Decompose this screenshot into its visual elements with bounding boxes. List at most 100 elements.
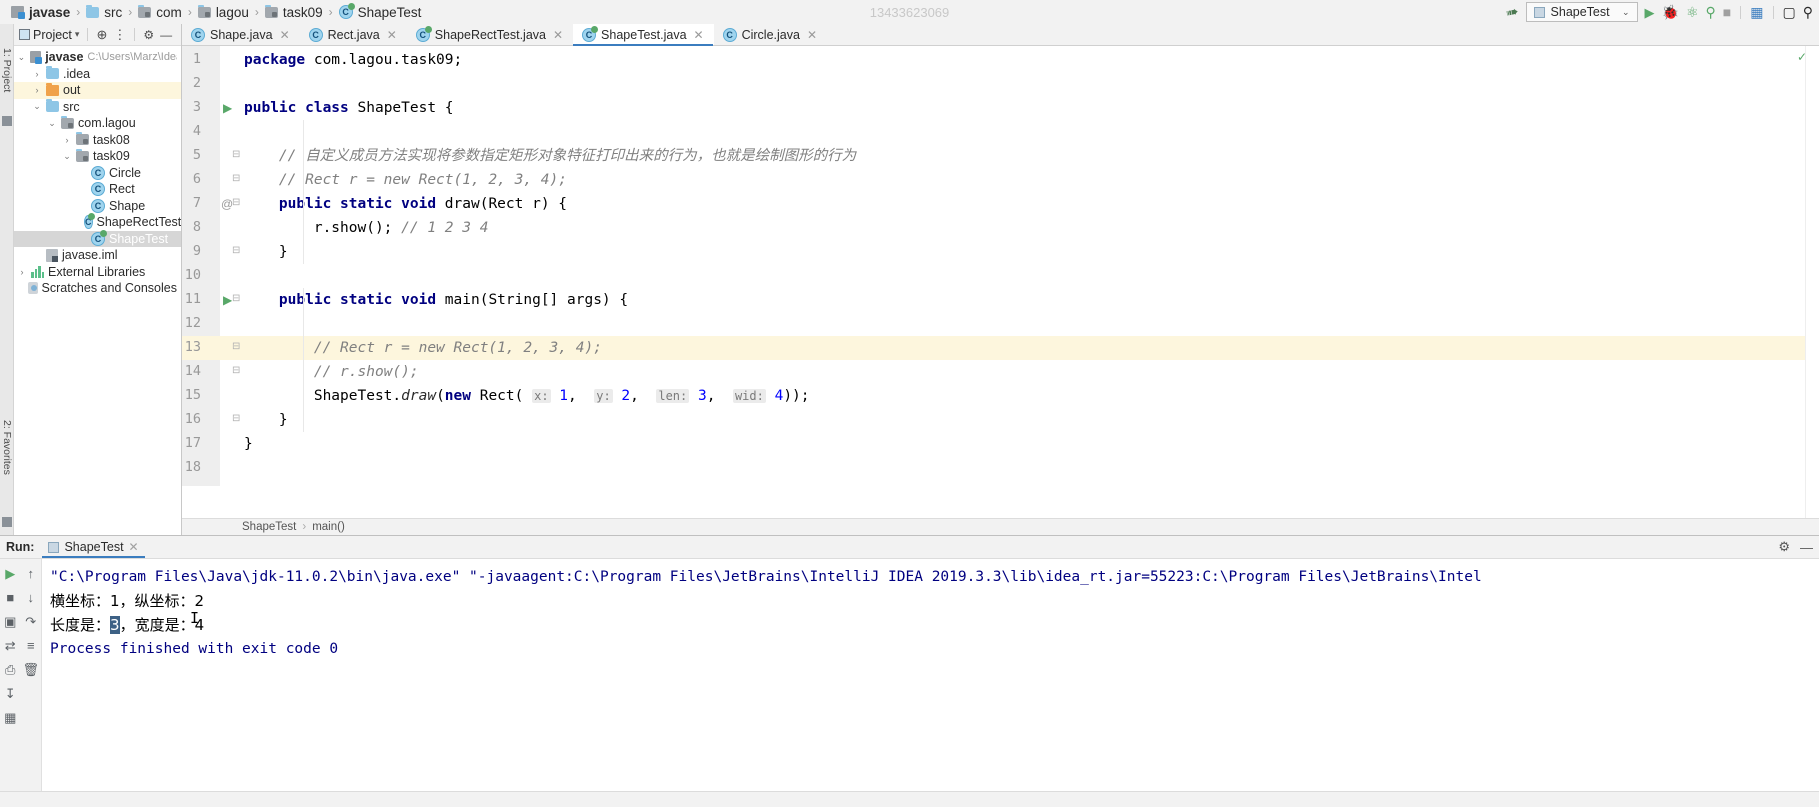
chevron-down-icon[interactable]: ⌄	[32, 101, 42, 112]
fold-handle-icon[interactable]: ⊟	[232, 341, 240, 352]
run-with-coverage-icon[interactable]: ⚛	[1686, 5, 1699, 19]
code-line-8[interactable]: r.show(); // 1 2 3 4	[244, 216, 489, 240]
chevron-down-icon[interactable]: ⌄	[62, 151, 72, 162]
tree-item-out[interactable]: › out	[14, 82, 181, 99]
tree-item--idea[interactable]: › .idea	[14, 66, 181, 83]
align-icon[interactable]: ≡	[27, 639, 35, 652]
status-crumb-method[interactable]: main()	[312, 521, 345, 533]
trash-icon[interactable]: 🗑	[22, 663, 39, 676]
sidebar-item-project[interactable]: 1: Project	[1, 48, 13, 92]
console-line-2[interactable]: 横坐标：1，纵坐标：2	[50, 589, 1819, 613]
status-crumb-class[interactable]: ShapeTest	[242, 521, 296, 533]
grid-icon[interactable]	[2, 517, 12, 527]
tab-circle[interactable]: C Circle.java ✕	[714, 24, 827, 45]
project-tree[interactable]: ⌄ javaseC:\Users\Marz\IdeaP › .idea › out ⌄ src…	[14, 46, 181, 535]
code-line-7[interactable]: public static void draw(Rect r) {	[244, 192, 567, 216]
soft-wrap-icon[interactable]: ↷	[25, 615, 36, 628]
up-icon[interactable]: ↑	[28, 567, 35, 580]
rerun-icon[interactable]: ▶	[5, 567, 15, 580]
breadcrumb-item-com[interactable]: com	[133, 4, 187, 20]
code-line-6[interactable]: // Rect r = new Rect(1, 2, 3, 4);	[244, 168, 567, 192]
breadcrumb-item-lagou[interactable]: lagou	[193, 4, 254, 20]
close-icon[interactable]: ✕	[807, 28, 817, 42]
tree-item-com-lagou[interactable]: ⌄ com.lagou	[14, 115, 181, 132]
editor-gutter[interactable]: 1 2 3 4 5 6 7 8 9 10 11 12 13 14 15 16 17 18 ▶ @ ▶ ⊟ ⊟ ⊟ ⊟ ⊟ ⊟ ⊟ ⊟	[182, 46, 241, 518]
locate-icon[interactable]: ⊕	[96, 27, 107, 43]
editor-right-rail[interactable]: ✓	[1797, 46, 1819, 518]
camera-icon[interactable]: ▣	[4, 615, 16, 628]
sidebar-item-favorites[interactable]: 2: Favorites	[1, 420, 13, 475]
fold-handle-icon[interactable]: ⊟	[232, 149, 240, 160]
code-line-11[interactable]: public static void main(String[] args) {	[244, 288, 628, 312]
tree-item-circle[interactable]: ›CCircle	[14, 165, 181, 182]
run-tab-shapetest[interactable]: ShapeTest ✕	[42, 536, 145, 558]
chevron-right-icon[interactable]: ›	[32, 85, 42, 95]
tree-item-javase[interactable]: ⌄ javaseC:\Users\Marz\IdeaP	[14, 49, 181, 66]
chevron-right-icon[interactable]: ›	[62, 135, 72, 145]
run-gutter-icon[interactable]: ▶	[223, 293, 232, 307]
scroll-icon[interactable]: ↧	[5, 687, 16, 700]
tab-shape[interactable]: C Shape.java ✕	[182, 24, 300, 45]
code-content[interactable]: package com.lagou.task09; public class Sh…	[241, 46, 1805, 518]
tree-item-javase-iml[interactable]: ›javase.iml	[14, 247, 181, 264]
gear-icon[interactable]: ⚙	[143, 28, 154, 42]
collapse-all-icon[interactable]: ⋮	[113, 27, 126, 43]
project-structure-icon[interactable]: ▦	[1750, 5, 1763, 19]
tree-item-task09[interactable]: ⌄ task09	[14, 148, 181, 165]
editor-tab-bar[interactable]: C Shape.java ✕ C Rect.java ✕ C ShapeRectTest.ja…	[182, 24, 1819, 46]
profiler-icon[interactable]: ⚲	[1706, 5, 1716, 19]
fold-handle-icon[interactable]: ⊟	[232, 293, 240, 304]
stop-icon[interactable]: ■	[6, 591, 14, 604]
hide-icon[interactable]: —	[160, 28, 172, 42]
grid-icon[interactable]: ▦	[4, 711, 16, 724]
breadcrumb-item-project[interactable]: javase	[6, 5, 75, 20]
hammer-icon[interactable]: ➠	[1504, 2, 1520, 22]
tree-item-external-libraries[interactable]: › External Libraries	[14, 264, 181, 281]
console-line-5[interactable]: Process finished with exit code 0	[50, 637, 1819, 661]
tab-shapetest[interactable]: C ShapeTest.java ✕	[573, 24, 714, 46]
tree-item-shapetest[interactable]: ›CShapeTest	[14, 229, 181, 247]
close-icon[interactable]: ✕	[280, 28, 290, 42]
gear-icon[interactable]: ⚙	[1778, 539, 1790, 555]
code-line-3[interactable]: public class ShapeTest {	[244, 96, 454, 120]
terminal-icon[interactable]: ▢	[1783, 5, 1796, 19]
editor-viewport[interactable]: 1 2 3 4 5 6 7 8 9 10 11 12 13 14 15 16 17 18 ▶ @ ▶ ⊟ ⊟ ⊟ ⊟ ⊟ ⊟ ⊟ ⊟ p…	[182, 46, 1819, 518]
code-line-14[interactable]: // r.show();	[244, 360, 419, 384]
code-line-17[interactable]: }	[244, 432, 253, 456]
code-line-13[interactable]: // Rect r = new Rect(1, 2, 3, 4);	[244, 336, 602, 360]
minimize-icon[interactable]: —	[1800, 540, 1813, 555]
console-line-1[interactable]: "C:\Program Files\Java\jdk-11.0.2\bin\ja…	[50, 565, 1819, 589]
code-line-16[interactable]: }	[244, 408, 288, 432]
code-line-5[interactable]: // 自定义成员方法实现将参数指定矩形对象特征打印出来的行为，也就是绘制图形的行…	[244, 144, 856, 168]
close-icon[interactable]: ✕	[694, 28, 704, 42]
tree-item-rect[interactable]: ›CRect	[14, 181, 181, 198]
breadcrumb-item-src[interactable]: src	[81, 4, 127, 20]
code-line-15[interactable]: ShapeTest.draw(new Rect( x: 1, y: 2, len…	[244, 384, 810, 408]
project-title-button[interactable]: Project ▾	[19, 28, 79, 42]
bug-icon[interactable]: 🐞	[1662, 5, 1679, 19]
tree-item-scratches-and-consoles[interactable]: ›Scratches and Consoles	[14, 280, 181, 297]
fold-handle-icon[interactable]: ⊟	[232, 413, 240, 424]
code-line-9[interactable]: }	[244, 240, 288, 264]
chevron-right-icon[interactable]: ›	[17, 267, 27, 277]
tree-item-src[interactable]: ⌄ src	[14, 99, 181, 116]
tab-rect[interactable]: C Rect.java ✕	[300, 24, 407, 45]
close-icon[interactable]: ✕	[387, 28, 397, 42]
fold-handle-icon[interactable]: ⊟	[232, 365, 240, 376]
chevron-down-icon[interactable]: ⌄	[17, 52, 26, 63]
chevron-right-icon[interactable]: ›	[32, 69, 42, 79]
run-configuration-selector[interactable]: ShapeTest ⌄	[1525, 2, 1638, 22]
console-output[interactable]: "C:\Program Files\Java\jdk-11.0.2\bin\ja…	[42, 559, 1819, 791]
run-gutter-icon[interactable]: ▶	[223, 101, 232, 115]
tree-item-shape[interactable]: ›CShape	[14, 198, 181, 215]
play-icon[interactable]: ▶	[1645, 6, 1655, 19]
breadcrumb-item-shapetest[interactable]: C ShapeTest	[334, 3, 427, 20]
fold-handle-icon[interactable]: ⊟	[232, 173, 240, 184]
search-icon[interactable]: ⚲	[1803, 5, 1813, 19]
print-icon[interactable]: ⎙	[5, 663, 15, 676]
stop-icon[interactable]: ■	[1723, 5, 1731, 19]
console-line-3[interactable]: 长度是：3，宽度是：4	[50, 613, 1819, 637]
down-icon[interactable]: ↓	[28, 591, 35, 604]
close-icon[interactable]: ✕	[553, 28, 563, 42]
tree-item-shaperecttest[interactable]: ›CShapeRectTest	[14, 213, 181, 231]
